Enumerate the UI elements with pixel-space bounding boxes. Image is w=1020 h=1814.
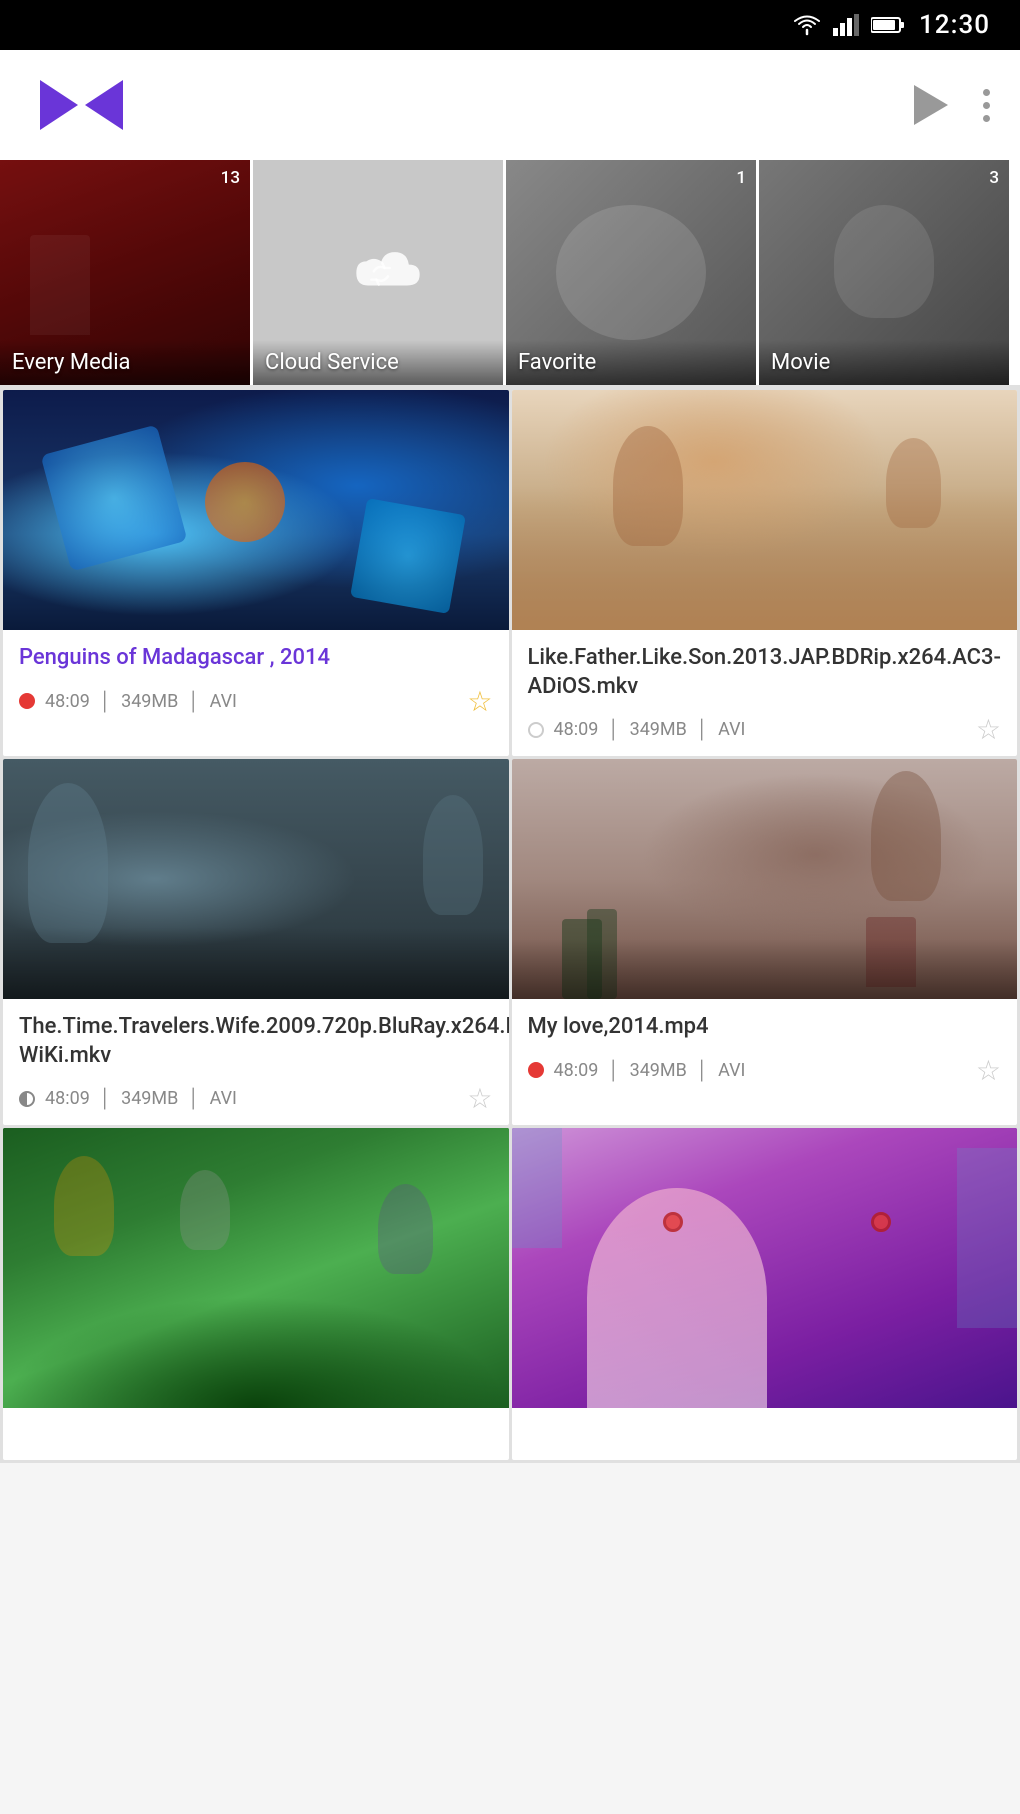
- movie-count: 3: [989, 168, 999, 188]
- father-son-size: 349MB: [630, 719, 687, 740]
- status-icons: [793, 14, 905, 36]
- time-travelers-meta: 48:09 │ 349MB │ AVI ☆: [19, 1082, 493, 1115]
- category-row: 13 Every Media Cloud Service 1: [0, 160, 1020, 385]
- every-media-overlay: Every Media: [0, 340, 250, 385]
- time-travelers-duration: 48:09: [45, 1088, 90, 1109]
- my-love-meta-left: 48:09 │ 349MB │ AVI: [528, 1060, 746, 1081]
- play-button[interactable]: [909, 83, 953, 127]
- every-media-label: Every Media: [12, 350, 131, 375]
- my-love-favorite-star[interactable]: ☆: [976, 1054, 1001, 1087]
- my-love-status-dot: [528, 1062, 544, 1078]
- penguins-favorite-star[interactable]: ☆: [467, 685, 492, 718]
- penguins-meta: 48:09 │ 349MB │ AVI ☆: [19, 685, 493, 718]
- app-logo: [30, 70, 130, 140]
- meta-sep-5: │: [100, 1088, 111, 1109]
- kmplayer-logo: [30, 70, 130, 140]
- category-cloud-service[interactable]: Cloud Service: [253, 160, 503, 385]
- penguins-title: Penguins of Madagascar , 2014: [19, 644, 493, 673]
- more-dot-3: [983, 115, 990, 122]
- anime-title: [528, 1418, 1002, 1438]
- time-travelers-status-dot: [19, 1091, 35, 1107]
- battery-icon: [871, 16, 905, 34]
- play-triangle-icon: [914, 85, 948, 125]
- my-love-format: AVI: [718, 1060, 745, 1081]
- status-bar: 12:30: [0, 0, 1020, 50]
- app-bar: [0, 50, 1020, 160]
- wifi-icon: [793, 14, 821, 36]
- my-love-size: 349MB: [630, 1060, 687, 1081]
- fantasy-info: [3, 1408, 509, 1460]
- movie-overlay: Movie: [759, 340, 1009, 385]
- cloud-service-overlay: Cloud Service: [253, 340, 503, 385]
- media-card-father-son[interactable]: Like.Father.Like.Son.2013.JAP.BDRip.x264…: [512, 390, 1018, 756]
- media-card-time-travelers[interactable]: The.Time.Travelers.Wife.2009.720p.BluRay…: [3, 759, 509, 1125]
- thumbnail-time-travelers: [3, 759, 509, 999]
- penguins-status-dot: [19, 693, 35, 709]
- media-card-my-love[interactable]: My love,2014.mp4 48:09 │ 349MB │ AVI ☆: [512, 759, 1018, 1125]
- my-love-meta: 48:09 │ 349MB │ AVI ☆: [528, 1054, 1002, 1087]
- media-card-anime[interactable]: [512, 1128, 1018, 1460]
- father-son-status-dot: [528, 722, 544, 738]
- meta-sep-7: │: [608, 1060, 619, 1081]
- status-time: 12:30: [919, 10, 990, 40]
- favorite-count: 1: [736, 168, 746, 188]
- every-media-count: 13: [221, 168, 240, 188]
- penguins-meta-left: 48:09 │ 349MB │ AVI: [19, 691, 237, 712]
- thumbnail-penguins: [3, 390, 509, 630]
- category-favorite[interactable]: 1 Favorite: [506, 160, 756, 385]
- my-love-duration: 48:09: [554, 1060, 599, 1081]
- media-card-penguins[interactable]: Penguins of Madagascar , 2014 48:09 │ 34…: [3, 390, 509, 756]
- time-travelers-info: The.Time.Travelers.Wife.2009.720p.BluRay…: [3, 999, 509, 1125]
- penguins-duration: 48:09: [45, 691, 90, 712]
- meta-sep-8: │: [697, 1060, 708, 1081]
- meta-sep-1: │: [100, 691, 111, 712]
- father-son-format: AVI: [718, 719, 745, 740]
- signal-icon: [833, 14, 859, 36]
- fantasy-title: [19, 1418, 493, 1438]
- father-son-info: Like.Father.Like.Son.2013.JAP.BDRip.x264…: [512, 630, 1018, 756]
- meta-sep-6: │: [188, 1088, 199, 1109]
- meta-sep-4: │: [697, 719, 708, 740]
- father-son-favorite-star[interactable]: ☆: [976, 713, 1001, 746]
- my-love-info: My love,2014.mp4 48:09 │ 349MB │ AVI ☆: [512, 999, 1018, 1097]
- penguins-format: AVI: [210, 691, 237, 712]
- father-son-meta-left: 48:09 │ 349MB │ AVI: [528, 719, 746, 740]
- meta-sep-2: │: [188, 691, 199, 712]
- media-card-fantasy[interactable]: [3, 1128, 509, 1460]
- penguins-info: Penguins of Madagascar , 2014 48:09 │ 34…: [3, 630, 509, 728]
- movie-label: Movie: [771, 350, 830, 375]
- time-travelers-format: AVI: [210, 1088, 237, 1109]
- anime-info: [512, 1408, 1018, 1460]
- my-love-title: My love,2014.mp4: [528, 1013, 1002, 1042]
- penguins-size: 349MB: [121, 691, 178, 712]
- thumbnail-my-love: [512, 759, 1018, 999]
- time-travelers-favorite-star[interactable]: ☆: [467, 1082, 492, 1115]
- media-grid: Penguins of Madagascar , 2014 48:09 │ 34…: [0, 387, 1020, 1463]
- more-dot-2: [983, 102, 990, 109]
- favorite-label: Favorite: [518, 350, 596, 375]
- category-every-media[interactable]: 13 Every Media: [0, 160, 250, 385]
- thumbnail-fantasy: [3, 1128, 509, 1408]
- favorite-overlay: Favorite: [506, 340, 756, 385]
- thumbnail-anime: [512, 1128, 1018, 1408]
- cloud-service-label: Cloud Service: [265, 350, 399, 375]
- category-movie[interactable]: 3 Movie: [759, 160, 1009, 385]
- time-travelers-title: The.Time.Travelers.Wife.2009.720p.BluRay…: [19, 1013, 493, 1070]
- father-son-title: Like.Father.Like.Son.2013.JAP.BDRip.x264…: [528, 644, 1002, 701]
- app-bar-actions: [909, 83, 990, 127]
- cloud-icon: [328, 238, 428, 308]
- more-dot-1: [983, 89, 990, 96]
- father-son-duration: 48:09: [554, 719, 599, 740]
- more-options-button[interactable]: [983, 89, 990, 122]
- thumbnail-father-son: [512, 390, 1018, 630]
- father-son-meta: 48:09 │ 349MB │ AVI ☆: [528, 713, 1002, 746]
- time-travelers-size: 349MB: [121, 1088, 178, 1109]
- meta-sep-3: │: [608, 719, 619, 740]
- time-travelers-meta-left: 48:09 │ 349MB │ AVI: [19, 1088, 237, 1109]
